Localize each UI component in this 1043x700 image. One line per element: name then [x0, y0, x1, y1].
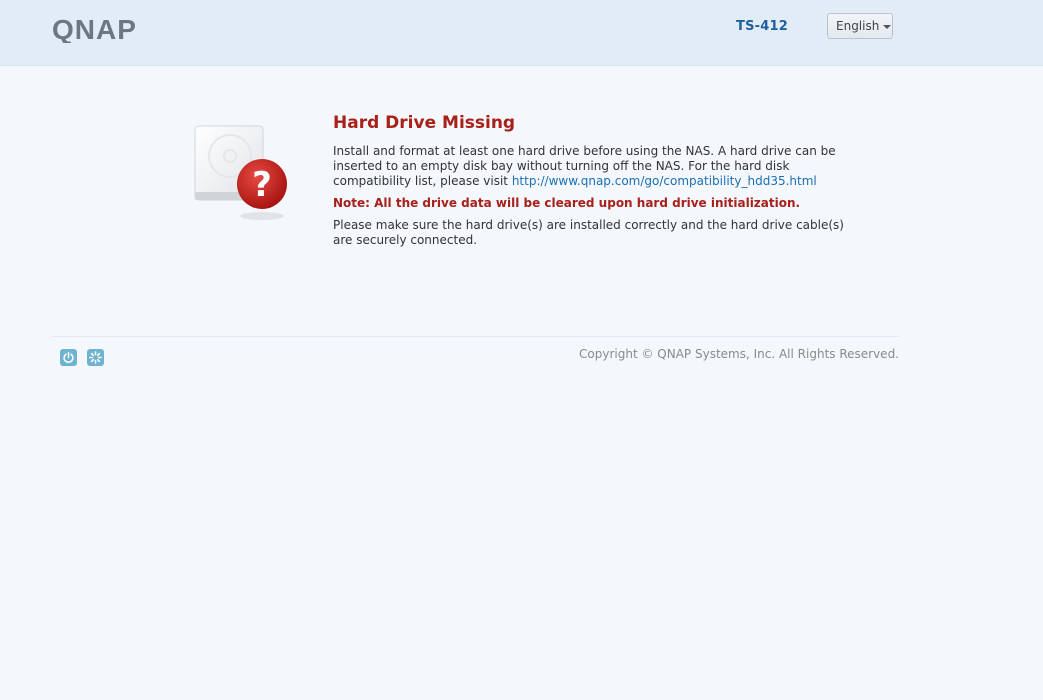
restart-icon[interactable] — [87, 349, 104, 366]
svg-text:QNAP: QNAP — [52, 15, 137, 43]
copyright-text: Copyright © QNAP Systems, Inc. All Right… — [579, 347, 899, 361]
page-title: Hard Drive Missing — [333, 113, 516, 133]
model-name: TS-412 — [736, 19, 788, 34]
hard-drive-missing-icon: ? — [194, 125, 287, 220]
message-panel: Hard Drive Missing Install and format at… — [333, 112, 853, 248]
header-bar: QNAP TS-412 English — [0, 0, 1043, 66]
power-icon[interactable] — [60, 349, 77, 366]
install-instructions: Install and format at least one hard dri… — [333, 144, 853, 189]
power-symbol-icon — [63, 351, 74, 363]
data-warning-note: Note: All the drive data will be cleared… — [333, 196, 801, 210]
footer-divider — [52, 336, 899, 337]
language-dropdown[interactable]: English — [827, 13, 893, 39]
spinner-symbol-icon — [89, 351, 102, 364]
svg-text:?: ? — [252, 165, 272, 205]
cable-check-text: Please make sure the hard drive(s) are i… — [333, 218, 844, 247]
language-label: English — [836, 19, 880, 33]
compatibility-link[interactable]: http://www.qnap.com/go/compatibility_hdd… — [512, 174, 817, 188]
caret-down-icon — [883, 25, 892, 29]
qnap-logo: QNAP — [52, 15, 137, 43]
